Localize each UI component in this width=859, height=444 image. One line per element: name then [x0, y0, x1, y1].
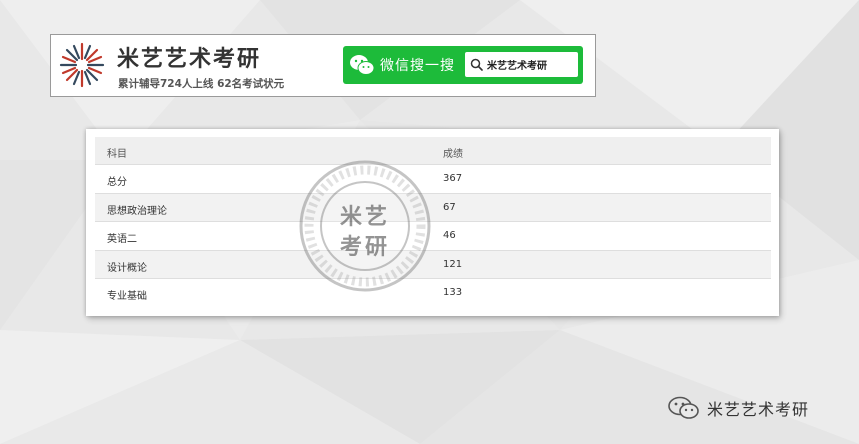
subject-cell: 英语二: [107, 234, 137, 246]
subject-cell: 总分: [107, 177, 127, 189]
score-card: 科目 成绩 总分 367 思想政治理论 67 英语二 46 设计概论 121 专…: [86, 129, 779, 316]
footer-brand: 米艺艺术考研: [667, 393, 847, 421]
brand-title: 米艺艺术考研: [117, 47, 262, 72]
score-cell: 121: [443, 258, 463, 270]
score-cell: 133: [443, 286, 463, 298]
table-header-row: 科目 成绩: [95, 137, 771, 166]
brand-subtitle: 累计辅导724人上线 62名考试状元: [118, 78, 285, 90]
column-header-score: 成绩: [443, 149, 463, 160]
score-cell: 367: [443, 173, 463, 185]
wechat-icon: [350, 55, 375, 75]
score-cell: 46: [443, 230, 456, 242]
search-icon: [470, 58, 483, 71]
table-row: 思想政治理论 67: [95, 193, 771, 223]
subject-cell: 设计概论: [107, 262, 147, 274]
wechat-search-box[interactable]: 微信搜一搜 米艺艺术考研: [343, 46, 583, 84]
wechat-search-label: 微信搜一搜: [380, 58, 455, 74]
search-input[interactable]: 米艺艺术考研: [465, 52, 578, 77]
brand-logo-icon: [59, 42, 105, 88]
subject-cell: 思想政治理论: [107, 205, 167, 217]
subject-cell: 专业基础: [107, 290, 147, 302]
brand-banner: 米艺艺术考研 累计辅导724人上线 62名考试状元 微信搜一搜 米艺艺术考研: [50, 34, 596, 97]
score-table: 科目 成绩 总分 367 思想政治理论 67 英语二 46 设计概论 121 专…: [95, 137, 771, 307]
column-header-subject: 科目: [107, 149, 127, 160]
table-row: 英语二 46: [95, 222, 771, 251]
table-row: 总分 367: [95, 165, 771, 194]
wechat-icon: [668, 396, 699, 419]
table-row: 专业基础 133: [95, 279, 771, 307]
footer-brand-text: 米艺艺术考研: [707, 400, 810, 419]
table-row: 设计概论 121: [95, 250, 771, 279]
score-cell: 67: [443, 201, 456, 213]
search-input-value: 米艺艺术考研: [487, 61, 547, 72]
